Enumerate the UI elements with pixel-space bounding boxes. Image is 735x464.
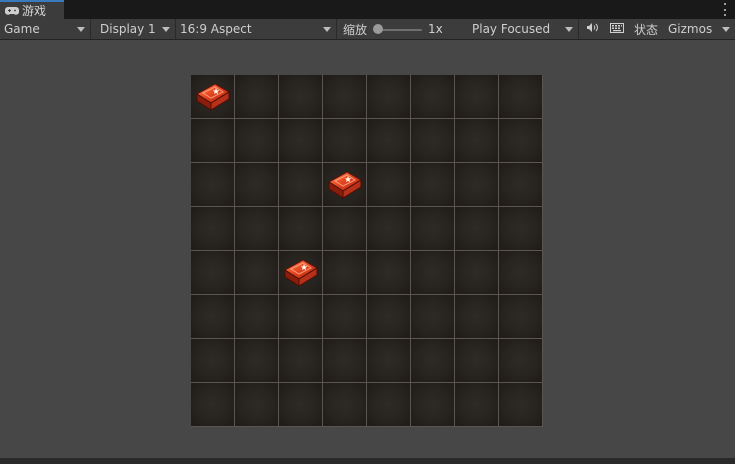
view-mode-dropdown[interactable]: Game: [0, 19, 91, 39]
board-cell[interactable]: [191, 251, 234, 294]
tab-game[interactable]: 游戏: [0, 0, 64, 19]
red-block-piece[interactable]: [281, 256, 321, 290]
chevron-down-icon: [77, 27, 85, 32]
board-cell[interactable]: [235, 119, 278, 162]
board-cell[interactable]: [235, 383, 278, 426]
board-cell[interactable]: [367, 75, 410, 118]
board-cell[interactable]: [279, 339, 322, 382]
chevron-down-icon: [565, 27, 573, 32]
board-cell[interactable]: [191, 163, 234, 206]
game-toolbar: Game Display 1 16:9 Aspect 缩放 1x Play Fo…: [0, 19, 735, 40]
board-cell[interactable]: [323, 207, 366, 250]
board-cell[interactable]: [279, 383, 322, 426]
board-cell[interactable]: [455, 251, 498, 294]
board-cell[interactable]: [235, 339, 278, 382]
board-cell[interactable]: [499, 207, 542, 250]
keyboard-shortcuts-button[interactable]: [605, 19, 629, 39]
board-cell[interactable]: [279, 207, 322, 250]
scale-slider-handle[interactable]: [373, 24, 383, 34]
board-cell[interactable]: [279, 295, 322, 338]
red-block-piece[interactable]: [193, 80, 233, 114]
board-cell[interactable]: [499, 339, 542, 382]
display-label: Display 1: [100, 22, 156, 36]
keyboard-icon: [610, 22, 624, 36]
board-cell[interactable]: [411, 75, 454, 118]
board-cell[interactable]: [411, 163, 454, 206]
audio-mute-button[interactable]: [581, 19, 603, 39]
board-cell[interactable]: [499, 251, 542, 294]
board-cell[interactable]: [367, 383, 410, 426]
game-board[interactable]: [191, 75, 543, 427]
gizmos-label: Gizmos: [668, 22, 713, 36]
board-cell[interactable]: [499, 295, 542, 338]
board-cell[interactable]: [279, 119, 322, 162]
chevron-down-icon: [722, 27, 730, 32]
board-cell[interactable]: [323, 75, 366, 118]
board-cell[interactable]: [367, 163, 410, 206]
board-cell[interactable]: [455, 75, 498, 118]
view-mode-label: Game: [4, 22, 40, 36]
board-cell[interactable]: [323, 383, 366, 426]
display-dropdown[interactable]: Display 1: [96, 19, 176, 39]
board-cell[interactable]: [191, 295, 234, 338]
board-cell[interactable]: [499, 163, 542, 206]
board-cell[interactable]: [411, 339, 454, 382]
speaker-icon: [586, 22, 599, 36]
board-cell[interactable]: [323, 119, 366, 162]
gamepad-icon: [5, 6, 19, 16]
board-cell[interactable]: [323, 339, 366, 382]
board-cell[interactable]: [411, 207, 454, 250]
play-mode-label: Play Focused: [472, 22, 551, 36]
board-cell[interactable]: [235, 163, 278, 206]
chevron-down-icon: [162, 27, 170, 32]
red-block-piece[interactable]: [325, 168, 365, 202]
board-cell[interactable]: [323, 295, 366, 338]
board-cell[interactable]: [499, 383, 542, 426]
board-cell[interactable]: [235, 251, 278, 294]
scale-label: 缩放: [343, 22, 368, 37]
board-cell[interactable]: [455, 339, 498, 382]
board-cell[interactable]: [191, 119, 234, 162]
board-cell[interactable]: [235, 207, 278, 250]
board-cell[interactable]: [367, 295, 410, 338]
board-cell[interactable]: [279, 75, 322, 118]
board-cell[interactable]: [191, 339, 234, 382]
board-cell[interactable]: [235, 75, 278, 118]
board-cell[interactable]: [367, 207, 410, 250]
chevron-down-icon: [323, 27, 331, 32]
board-cell[interactable]: [191, 75, 234, 118]
board-cell[interactable]: [455, 207, 498, 250]
board-cell[interactable]: [367, 119, 410, 162]
board-cell[interactable]: [499, 75, 542, 118]
board-cell[interactable]: [323, 251, 366, 294]
board-cell[interactable]: [367, 251, 410, 294]
board-cell[interactable]: [499, 119, 542, 162]
more-options-icon[interactable]: [723, 3, 727, 16]
board-cell[interactable]: [455, 119, 498, 162]
stats-toggle[interactable]: 状态: [631, 19, 665, 39]
board-cell[interactable]: [191, 383, 234, 426]
board-cell[interactable]: [367, 339, 410, 382]
aspect-label: 16:9 Aspect: [180, 22, 252, 36]
board-cell[interactable]: [279, 163, 322, 206]
scale-value: 1x: [428, 22, 443, 36]
board-cell[interactable]: [411, 295, 454, 338]
board-cell[interactable]: [455, 383, 498, 426]
tab-bar: 游戏: [0, 0, 735, 19]
aspect-dropdown[interactable]: 16:9 Aspect: [176, 19, 337, 39]
board-cell[interactable]: [411, 251, 454, 294]
board-cell[interactable]: [279, 251, 322, 294]
gizmos-dropdown[interactable]: Gizmos: [665, 19, 735, 39]
board-cell[interactable]: [455, 295, 498, 338]
tab-label: 游戏: [22, 4, 47, 18]
board-cell[interactable]: [411, 383, 454, 426]
board-cell[interactable]: [235, 295, 278, 338]
bottom-border: [0, 458, 735, 464]
board-cell[interactable]: [455, 163, 498, 206]
board-cell[interactable]: [323, 163, 366, 206]
board-cell[interactable]: [191, 207, 234, 250]
board-cell[interactable]: [411, 119, 454, 162]
play-mode-dropdown[interactable]: Play Focused: [468, 19, 579, 39]
